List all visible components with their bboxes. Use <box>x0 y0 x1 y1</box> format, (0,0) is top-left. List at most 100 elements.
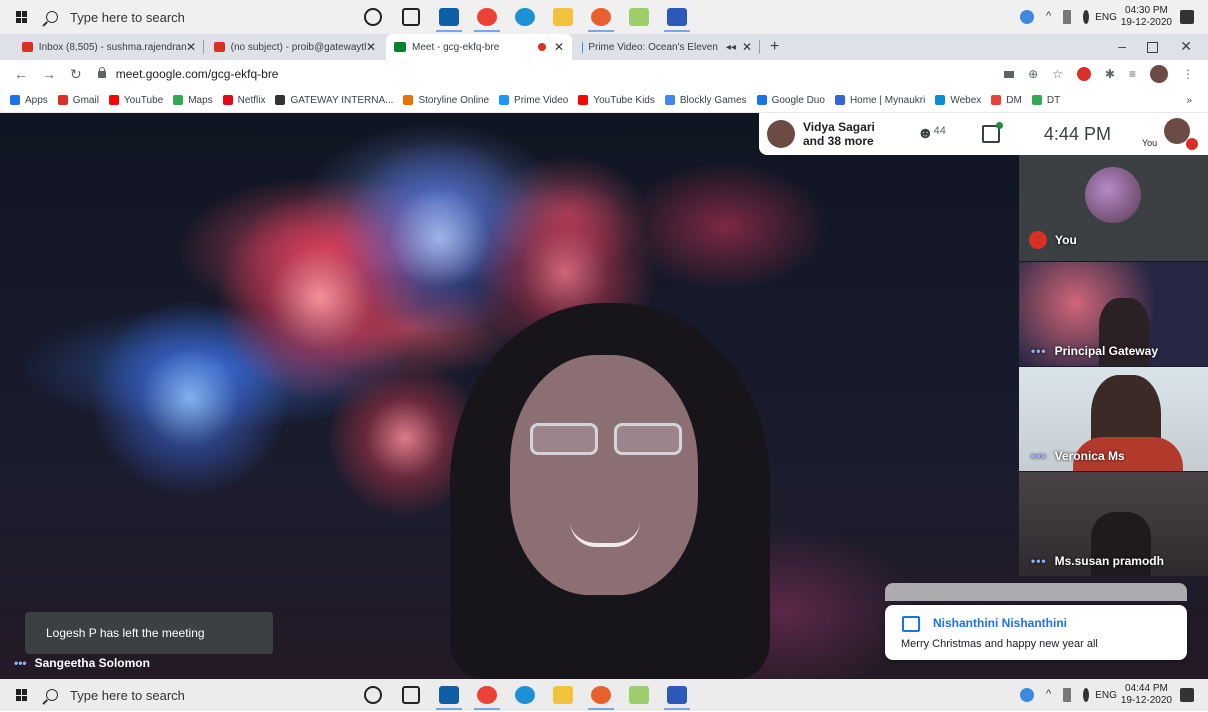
meet-top-bar: Vidya Sagari and 38 more ☻ 44 4:44 PM Yo… <box>759 113 1208 155</box>
chrome-profile-icon[interactable] <box>582 0 620 34</box>
self-preview[interactable]: You <box>1164 118 1198 152</box>
help-icon[interactable] <box>1020 688 1034 702</box>
tab-gmail-message[interactable]: (no subject) - proib@gatewaythe ✕ <box>206 34 384 60</box>
file-explorer-icon[interactable] <box>544 678 582 712</box>
close-tab-icon[interactable]: ✕ <box>554 40 564 54</box>
speaking-indicator-icon: ••• <box>14 656 27 670</box>
close-tab-icon[interactable]: ✕ <box>366 40 376 54</box>
bookmark-item[interactable]: DT <box>1032 95 1060 106</box>
zoom-icon[interactable]: ⊕ <box>1028 67 1038 81</box>
tab-prime-video[interactable]: Prime Video: Ocean's Eleven ◂◂ ✕ <box>574 34 760 60</box>
battery-icon[interactable] <box>1063 688 1071 702</box>
language-indicator[interactable]: ENG <box>1095 12 1117 23</box>
back-icon[interactable]: ← <box>14 66 28 82</box>
taskbar-search[interactable]: Type here to search <box>46 10 286 25</box>
bookmark-item[interactable]: Apps <box>10 95 48 106</box>
microphone-icon[interactable] <box>1083 688 1089 702</box>
bookmark-icon <box>403 95 413 105</box>
bookmark-item[interactable]: DM <box>991 95 1022 106</box>
participant-tile[interactable]: ••• Principal Gateway <box>1019 262 1208 366</box>
windows-start-icon[interactable] <box>16 11 28 23</box>
bookmark-item[interactable]: YouTube Kids <box>578 95 655 106</box>
chat-message-icon <box>902 616 920 632</box>
paint-icon[interactable] <box>620 678 658 712</box>
bookmark-item[interactable]: Gmail <box>58 95 99 106</box>
close-window-icon[interactable]: ✕ <box>1180 38 1192 55</box>
help-icon[interactable] <box>1020 10 1034 24</box>
battery-icon[interactable] <box>1063 10 1071 24</box>
taskbar-search[interactable]: Type here to search <box>46 688 286 703</box>
restore-icon[interactable] <box>1147 42 1158 53</box>
bookmark-item[interactable]: Google Duo <box>757 95 825 106</box>
bookmark-label: Gmail <box>73 95 99 106</box>
participant-tile-self[interactable]: You <box>1019 155 1208 261</box>
word-icon[interactable] <box>658 678 696 712</box>
profile-avatar[interactable] <box>1150 65 1168 83</box>
new-tab-button[interactable]: + <box>770 38 779 56</box>
participants-button[interactable]: ☻ 44 <box>917 125 946 143</box>
bookmark-item[interactable]: Netflix <box>223 95 266 106</box>
participant-tile[interactable]: ••• Ms.susan pramodh <box>1019 472 1208 576</box>
adblock-icon[interactable] <box>1077 67 1091 81</box>
clock-time: 04:44 PM <box>1121 683 1172 695</box>
url-field[interactable]: meet.google.com/gcg-ekfq-bre <box>98 67 279 81</box>
chat-icon[interactable] <box>982 125 1000 143</box>
mail-app-icon[interactable] <box>430 0 468 34</box>
file-explorer-icon[interactable] <box>544 0 582 34</box>
menu-icon[interactable]: ⋮ <box>1182 67 1194 81</box>
task-view-icon[interactable] <box>392 678 430 712</box>
tab-gmail-inbox[interactable]: Inbox (8,505) - sushma.rajendran ✕ <box>14 34 204 60</box>
reading-list-icon[interactable]: ≡ <box>1129 67 1136 81</box>
mail-app-icon[interactable] <box>430 678 468 712</box>
chrome-icon[interactable] <box>468 678 506 712</box>
cortana-icon[interactable] <box>354 678 392 712</box>
bookmark-star-icon[interactable]: ☆ <box>1052 67 1063 81</box>
notification-icon[interactable] <box>1180 10 1194 24</box>
bookmark-icon <box>173 95 183 105</box>
bookmark-icon <box>58 95 68 105</box>
presenter-info[interactable]: Vidya Sagari and 38 more <box>803 120 875 148</box>
chevron-up-icon[interactable]: ^ <box>1046 688 1051 702</box>
presenter-more: and 38 more <box>803 134 875 148</box>
chat-notification[interactable]: Nishanthini Nishanthini Merry Christmas … <box>885 605 1187 660</box>
close-tab-icon[interactable]: ✕ <box>186 40 196 54</box>
microphone-icon[interactable] <box>1083 10 1089 24</box>
taskbar-clock[interactable]: 04:44 PM 19-12-2020 <box>1121 683 1172 707</box>
bookmarks-overflow-icon[interactable]: » <box>1186 95 1192 106</box>
paint-icon[interactable] <box>620 0 658 34</box>
taskbar-clock[interactable]: 04:30 PM 19-12-2020 <box>1121 5 1172 29</box>
language-indicator[interactable]: ENG <box>1095 690 1117 701</box>
taskbar-top: Type here to search ^ ENG 04:30 PM 19-12… <box>0 0 1208 34</box>
task-view-icon[interactable] <box>392 0 430 34</box>
url-text: meet.google.com/gcg-ekfq-bre <box>116 67 279 81</box>
bookmark-item[interactable]: Home | Mynaukri <box>835 95 925 106</box>
notification-icon[interactable] <box>1180 688 1194 702</box>
bookmark-item[interactable]: YouTube <box>109 95 163 106</box>
extensions-icon[interactable]: ✱ <box>1105 67 1115 81</box>
bookmark-item[interactable]: Blockly Games <box>665 95 747 106</box>
taskbar-bottom: Type here to search ^ ENG 04:44 PM 19-12… <box>0 679 1208 711</box>
speaker-icon[interactable]: ◂◂ <box>726 42 736 53</box>
forward-icon[interactable]: → <box>42 66 56 82</box>
participant-name: Ms.susan pramodh <box>1055 554 1164 568</box>
word-icon[interactable] <box>658 0 696 34</box>
participant-tile[interactable]: ••• Veronica Ms <box>1019 367 1208 471</box>
edge-icon[interactable] <box>506 0 544 34</box>
cortana-icon[interactable] <box>354 0 392 34</box>
tab-meet[interactable]: Meet - gcg-ekfq-bre ✕ <box>386 34 572 60</box>
bookmark-item[interactable]: Prime Video <box>499 95 568 106</box>
windows-start-icon[interactable] <box>16 689 28 701</box>
chevron-up-icon[interactable]: ^ <box>1046 10 1051 24</box>
bookmark-icon <box>10 95 20 105</box>
chrome-icon[interactable] <box>468 0 506 34</box>
edge-icon[interactable] <box>506 678 544 712</box>
chrome-profile-icon[interactable] <box>582 678 620 712</box>
bookmark-item[interactable]: GATEWAY INTERNA... <box>275 95 393 106</box>
minimize-icon[interactable]: – <box>1118 38 1126 54</box>
reload-icon[interactable]: ↻ <box>70 66 82 83</box>
bookmark-item[interactable]: Maps <box>173 95 212 106</box>
bookmark-item[interactable]: Webex <box>935 95 981 106</box>
bookmark-item[interactable]: Storyline Online <box>403 95 489 106</box>
close-tab-icon[interactable]: ✕ <box>742 40 752 54</box>
camera-in-use-icon[interactable] <box>1004 71 1014 78</box>
